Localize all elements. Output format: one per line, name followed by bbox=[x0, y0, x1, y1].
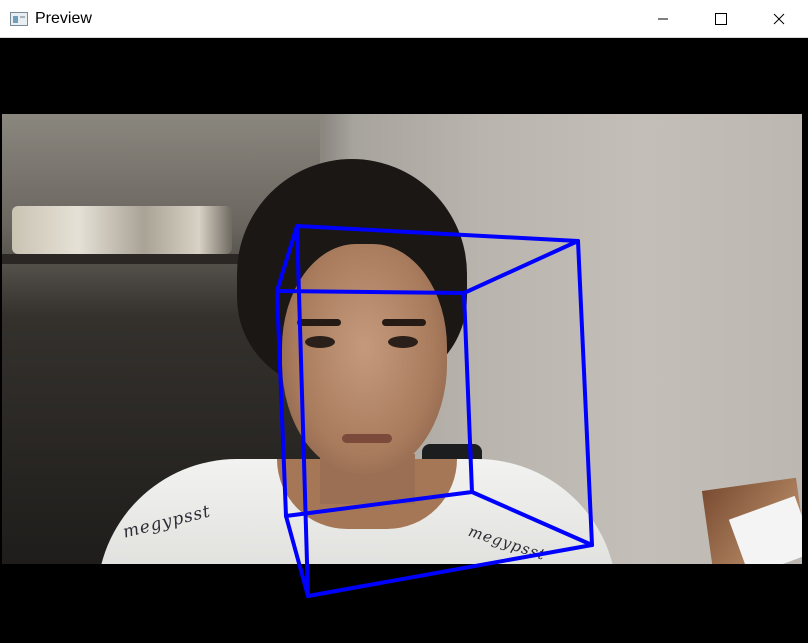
minimize-button[interactable] bbox=[634, 0, 692, 38]
title-bar[interactable]: Preview bbox=[0, 0, 808, 38]
minimize-icon bbox=[658, 18, 668, 19]
preview-window: Preview megypsst megypsst bbox=[0, 0, 808, 643]
preview-canvas: megypsst megypsst bbox=[0, 38, 808, 643]
mouth bbox=[342, 434, 392, 443]
shelf bbox=[2, 254, 242, 264]
maximize-icon bbox=[715, 12, 727, 25]
left-eye bbox=[305, 336, 335, 348]
camera-frame: megypsst megypsst bbox=[2, 114, 802, 564]
close-icon bbox=[773, 13, 785, 24]
right-eye bbox=[388, 336, 418, 348]
left-eyebrow bbox=[297, 319, 341, 326]
right-eyebrow bbox=[382, 319, 426, 326]
window-title: Preview bbox=[35, 9, 92, 27]
app-window-icon bbox=[10, 11, 28, 26]
shelf-items bbox=[12, 206, 232, 254]
maximize-button[interactable] bbox=[692, 0, 750, 38]
close-button[interactable] bbox=[750, 0, 808, 38]
